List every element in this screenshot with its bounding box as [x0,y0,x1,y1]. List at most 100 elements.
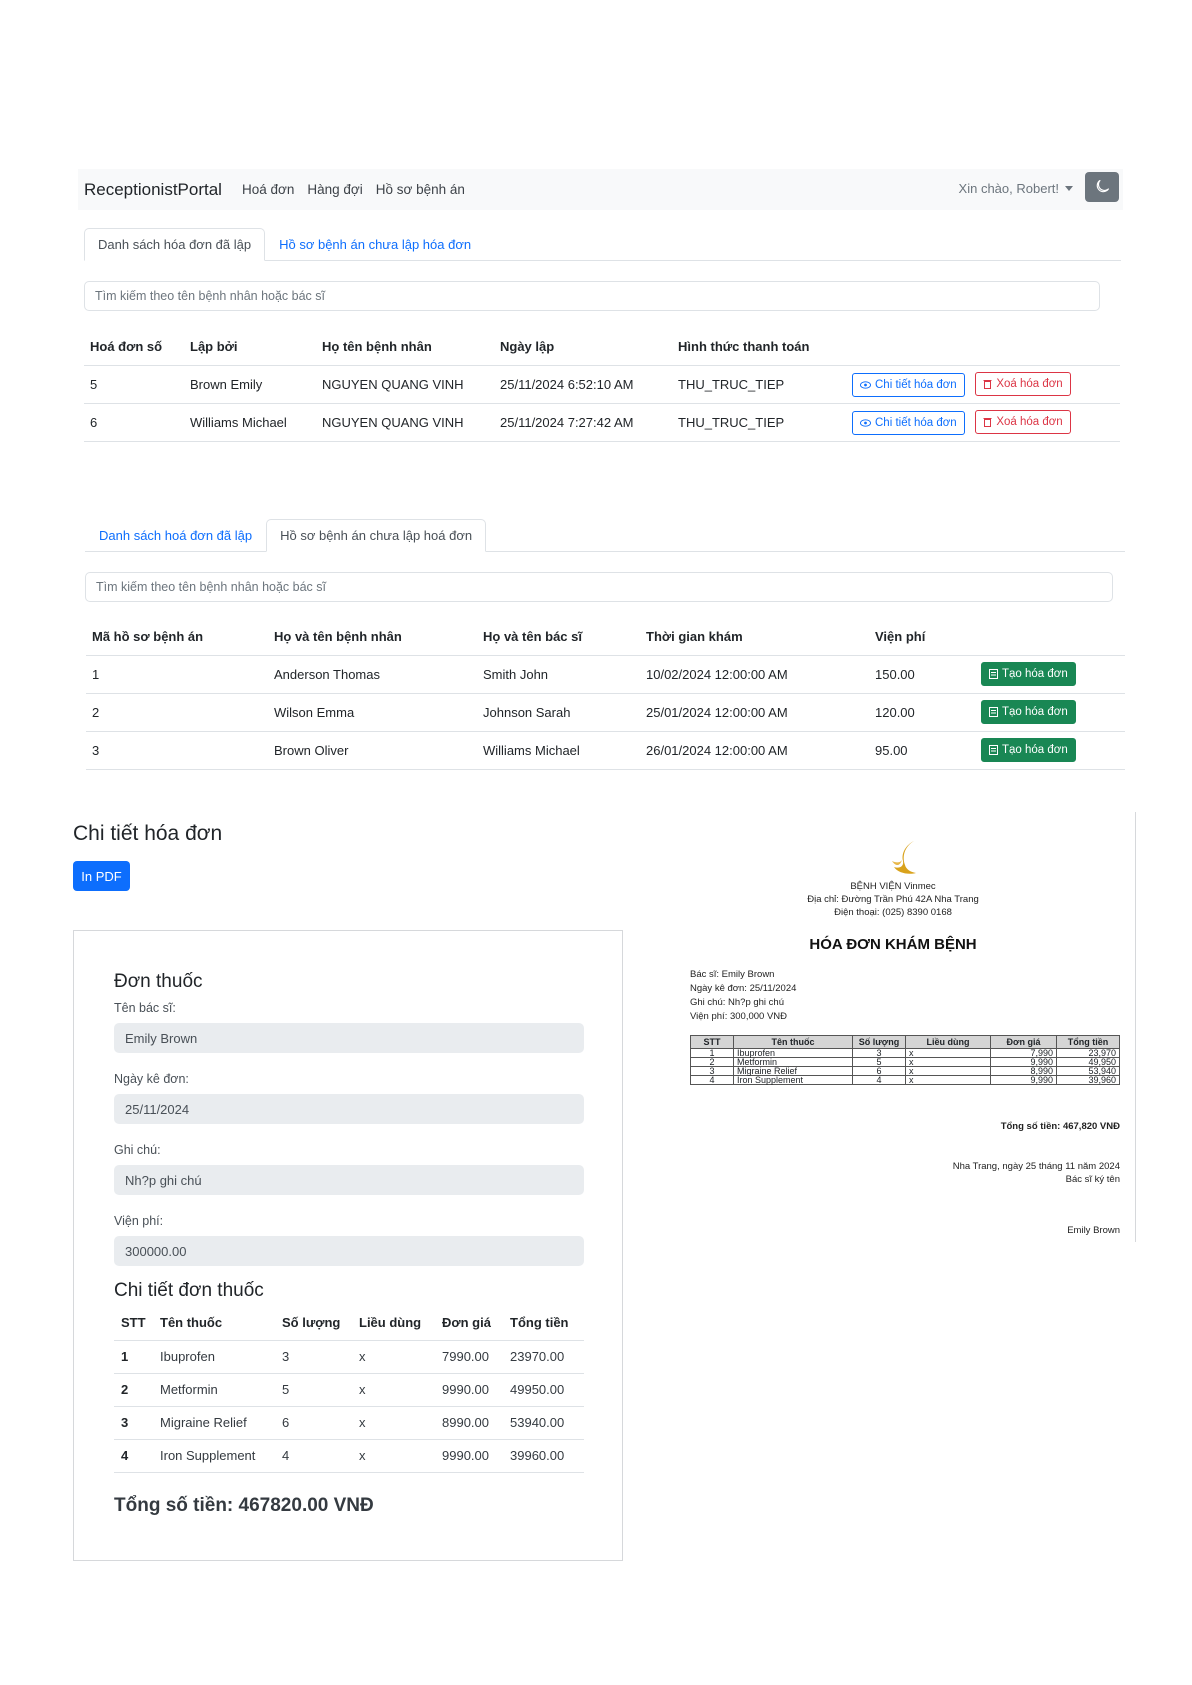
col-header: Họ và tên bác sĩ [477,619,640,656]
col-header: Tên thuốc [153,1306,275,1341]
detail-heading: Chi tiết hóa đơn [73,822,223,845]
rx-title: Chi tiết đơn thuốc [114,1280,264,1301]
cell: 4 [114,1439,153,1473]
cell: 53940.00 [503,1406,584,1440]
col-header: Mã hồ sơ bệnh án [86,619,268,656]
greeting-text: Xin chào, Robert! [958,181,1059,196]
col-header: Tên thuốc [733,1035,853,1049]
note-field: Nh?p ghi chú [114,1165,584,1195]
create-invoice-button[interactable]: Tạo hóa đơn [981,662,1076,686]
col-header: Thời gian khám [640,619,869,656]
button-label: Tạo hóa đơn [1002,744,1068,756]
table-row: 4 Iron Supplement 4 x 9,990 39,960 [690,1075,1120,1085]
pdf-hospital-name: BỆNH VIỆN Vinmec [850,881,936,892]
col-header: Họ và tên bệnh nhân [268,619,477,656]
table-header-row: STT Tên thuốc Số lượng Liều dùng Đơn giá… [690,1035,1120,1049]
cell: 9,990 [990,1075,1057,1085]
button-label: Chi tiết hóa đơn [875,416,957,429]
cell: x [352,1373,435,1407]
invoice-detail-button[interactable]: Chi tiết hóa đơn [852,372,965,397]
cell: x [352,1340,435,1374]
table-row: 6 Williams Michael NGUYEN QUANG VINH 25/… [84,403,1120,442]
create-invoice-button[interactable]: Tạo hóa đơn [981,738,1076,762]
nav-medical-records[interactable]: Hồ sơ bệnh án [376,182,465,197]
cell: THU_TRUC_TIEP [672,365,846,404]
button-label: Tạo hóa đơn [1002,668,1068,680]
receipt-icon [989,707,998,717]
cell: x [905,1048,991,1058]
cell: 8990.00 [435,1406,503,1440]
col-header: STT [114,1306,153,1341]
cell: 6 [84,403,184,442]
table-row: 2 Wilson Emma Johnson Sarah 25/01/2024 1… [86,693,1125,732]
nav-invoices[interactable]: Hoá đơn [242,182,294,197]
pdf-doctor: Bác sĩ: Emily Brown [690,969,775,980]
col-header: Đơn giá [435,1306,503,1341]
cell: 25/11/2024 6:52:10 AM [494,365,672,404]
theme-toggle-button[interactable] [1085,172,1119,202]
col-header: Họ tên bệnh nhân [316,329,494,366]
table-row: 5 Brown Emily NGUYEN QUANG VINH 25/11/20… [84,365,1120,404]
caret-down-icon [1065,186,1073,191]
cell: Brown Oliver [268,731,477,770]
tab-created-invoices[interactable]: Danh sách hóa đơn đã lập [84,228,266,261]
date-field: 25/11/2024 [114,1094,584,1124]
table-row: 1 Anderson Thomas Smith John 10/02/2024 … [86,655,1125,694]
table-row: 3 Brown Oliver Williams Michael 26/01/20… [86,731,1125,770]
cell: 26/01/2024 12:00:00 AM [640,731,869,770]
actions-cell: Tạo hóa đơn [975,655,1125,694]
nav-queue[interactable]: Hàng đợi [307,182,362,197]
pdf-address: Địa chỉ: Đường Trần Phú 42A Nha Trang [807,894,979,905]
col-header: Số lượng [852,1035,906,1049]
cell: x [905,1075,991,1085]
moon-icon [1096,180,1109,193]
trash-icon [983,417,992,427]
cell: 25/11/2024 7:27:42 AM [494,403,672,442]
cell: x [905,1057,991,1067]
delete-invoice-button[interactable]: Xoá hóa đơn [975,371,1071,396]
brand-link[interactable]: ReceptionistPortal [84,180,222,200]
create-invoice-button[interactable]: Tạo hóa đơn [981,700,1076,724]
actions-cell: Chi tiết hóa đơn Xoá hóa đơn [846,365,1120,404]
col-header: Viện phí [869,619,975,656]
table-row: 4 Iron Supplement 4 x 9990.00 39960.00 [114,1439,584,1473]
user-menu-dropdown[interactable]: Xin chào, Robert! [959,181,1073,196]
col-header: STT [690,1035,734,1049]
pdf-date: Ngày kê đơn: 25/11/2024 [690,983,797,994]
pdf-note: Ghi chú: Nh?p ghi chú [690,997,785,1008]
invoice-detail-button[interactable]: Chi tiết hóa đơn [852,410,965,435]
col-header: Ngày lập [494,329,672,366]
col-header: Tổng tiền [503,1306,584,1341]
cell: NGUYEN QUANG VINH [316,365,494,404]
cell: x [352,1439,435,1473]
button-label: Chi tiết hóa đơn [875,378,957,391]
pdf-phone: Điện thoại: (025) 8390 0168 [834,907,952,918]
invoice-search-input[interactable] [84,281,1100,311]
col-header: Hình thức thanh toán [672,329,846,366]
record-search-input[interactable] [85,572,1113,602]
tab-created-invoices[interactable]: Danh sách hoá đơn đã lập [85,519,266,552]
col-header: Lập bởi [184,329,316,366]
pdf-fee: Viện phí: 300,000 VNĐ [690,1011,788,1022]
eye-icon [860,418,871,427]
pdf-table: STT Tên thuốc Số lượng Liều dùng Đơn giá… [690,1035,1120,1085]
col-header: Liều dùng [905,1035,991,1049]
hospital-logo-icon [892,841,916,874]
cell: 3 [86,731,268,770]
cell: Williams Michael [477,731,640,770]
cell: 1 [86,655,268,694]
button-label: Tạo hóa đơn [1002,706,1068,718]
fee-field: 300000.00 [114,1236,584,1266]
col-header-actions [846,329,1120,366]
print-pdf-button[interactable]: In PDF [73,861,130,891]
doctor-field: Emily Brown [114,1023,584,1053]
tab-unbilled-records[interactable]: Hồ sơ bệnh án chưa lập hóa đơn [265,228,485,261]
delete-invoice-button[interactable]: Xoá hóa đơn [975,409,1071,434]
pdf-info: Bác sĩ: Emily Brown Ngày kê đơn: 25/11/2… [690,968,796,1024]
cell: 95.00 [869,731,975,770]
cell: Johnson Sarah [477,693,640,732]
cell: 9990.00 [435,1373,503,1407]
record-table: Mã hồ sơ bệnh án Họ và tên bệnh nhân Họ … [86,619,1125,770]
tab-unbilled-records[interactable]: Hồ sơ bệnh án chưa lập hoá đơn [266,519,487,552]
eye-icon [860,380,871,389]
